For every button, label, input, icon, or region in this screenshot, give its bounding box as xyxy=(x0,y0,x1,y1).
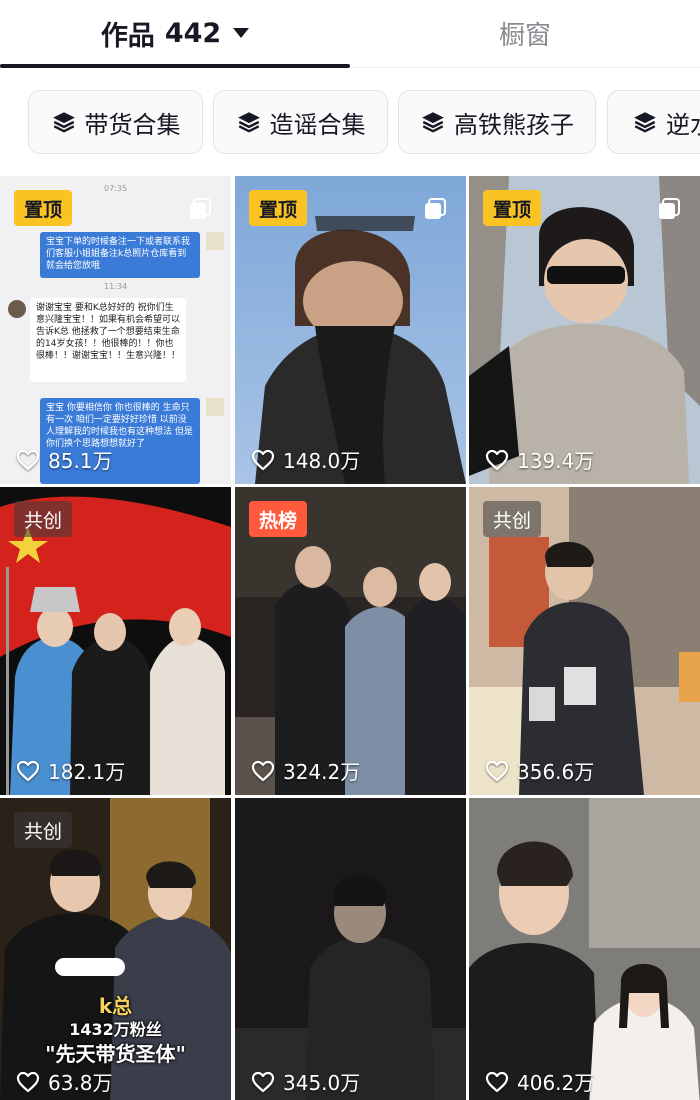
like-count: 139.4万 xyxy=(485,445,594,474)
video-grid: 07:35 宝宝下单的时候备注一下或者联系我们客服小姐姐备注k总照片仓库看到就会… xyxy=(0,176,700,1100)
heart-icon xyxy=(16,1071,40,1092)
chat-bubble: 宝宝下单的时候备注一下或者联系我们客服小姐姐备注k总照片仓库看到就会给您放哦 xyxy=(40,232,200,278)
collection-chip-label: 逆水 xyxy=(666,110,700,139)
video-thumbnail xyxy=(469,798,700,1100)
heart-icon xyxy=(485,449,509,470)
multi-image-icon xyxy=(659,198,680,219)
like-count-value: 345.0万 xyxy=(283,1071,361,1095)
overlay-name: k总 xyxy=(98,994,133,1018)
like-count-value: 324.2万 xyxy=(283,760,361,784)
heart-icon xyxy=(485,760,509,781)
pinned-badge: 置顶 xyxy=(249,190,308,226)
avatar xyxy=(8,300,26,318)
like-count-value: 85.1万 xyxy=(48,449,113,473)
multi-image-icon xyxy=(425,198,446,219)
collection-chip[interactable]: 逆水 xyxy=(607,90,700,154)
heart-icon xyxy=(485,1071,509,1092)
layers-icon xyxy=(422,112,444,133)
tab-works-count: 442 xyxy=(164,17,222,49)
like-count-value: 148.0万 xyxy=(283,449,361,473)
collection-chip[interactable]: 造谣合集 xyxy=(213,90,388,154)
multi-image-icon xyxy=(190,198,211,219)
tab-works[interactable]: 作品 442 xyxy=(0,0,350,66)
pinned-badge: 置顶 xyxy=(483,190,542,226)
chat-time: 07:35 xyxy=(104,184,128,193)
like-count: 63.8万 xyxy=(16,1067,113,1096)
collection-chip-label: 高铁熊孩子 xyxy=(454,110,574,139)
chat-bubble: 谢谢宝宝 要和K总好好的 祝你们生意兴隆宝宝！！如果有机会希望可以告诉K总 他拯… xyxy=(30,298,186,382)
collection-chips: 带货合集 造谣合集 高铁熊孩子 逆水 xyxy=(0,68,700,176)
collab-badge: 共创 xyxy=(14,501,73,537)
like-count-value: 63.8万 xyxy=(48,1071,113,1095)
profile-tabs: 作品 442 橱窗 xyxy=(0,0,700,68)
layers-icon xyxy=(634,112,656,133)
video-card[interactable]: 07:35 宝宝下单的时候备注一下或者联系我们客服小姐姐备注k总照片仓库看到就会… xyxy=(0,176,231,484)
like-count-value: 182.1万 xyxy=(48,760,126,784)
collection-chip[interactable]: 高铁熊孩子 xyxy=(398,90,596,154)
caret-down-icon[interactable] xyxy=(233,28,250,38)
chat-time: 11:34 xyxy=(104,282,128,291)
video-card[interactable]: 置顶 139.4万 xyxy=(469,176,700,484)
tab-window[interactable]: 橱窗 xyxy=(350,0,700,66)
overlay-slogan: "先天带货圣体" xyxy=(45,1042,186,1066)
video-card[interactable]: 共创 k总 1432万粉丝 "先天带货圣体" 63.8万 xyxy=(0,798,231,1100)
heart-icon xyxy=(16,760,40,781)
like-count: 148.0万 xyxy=(251,445,360,474)
video-thumbnail xyxy=(235,798,466,1100)
like-count: 324.2万 xyxy=(251,756,360,785)
like-count: 406.2万 xyxy=(485,1067,594,1096)
video-card[interactable]: 345.0万 xyxy=(235,798,466,1100)
heart-icon xyxy=(251,1071,275,1092)
heart-icon xyxy=(251,760,275,781)
video-card[interactable]: 共创 182.1万 xyxy=(0,487,231,795)
like-count-value: 356.6万 xyxy=(517,760,595,784)
collab-badge: 共创 xyxy=(483,501,542,537)
heart-icon xyxy=(251,449,275,470)
like-count-value: 139.4万 xyxy=(517,449,595,473)
like-count: 85.1万 xyxy=(16,445,113,474)
pinned-badge: 置顶 xyxy=(14,190,73,226)
video-card[interactable]: 406.2万 xyxy=(469,798,700,1100)
collection-chip[interactable]: 带货合集 xyxy=(28,90,203,154)
video-card[interactable]: 热榜 324.2万 xyxy=(235,487,466,795)
overlay-fans: 1432万粉丝 xyxy=(69,1020,162,1039)
collection-chip-label: 造谣合集 xyxy=(269,110,366,139)
heart-icon xyxy=(16,449,40,470)
like-count: 356.6万 xyxy=(485,756,594,785)
like-count: 345.0万 xyxy=(251,1067,360,1096)
like-count-value: 406.2万 xyxy=(517,1071,595,1095)
video-card[interactable]: 置顶 148.0万 xyxy=(235,176,466,484)
tab-works-label: 作品 xyxy=(100,20,155,52)
avatar xyxy=(206,398,224,416)
avatar xyxy=(206,232,224,250)
video-card[interactable]: 共创 356.6万 xyxy=(469,487,700,795)
layers-icon xyxy=(237,112,260,133)
tab-window-label: 橱窗 xyxy=(498,20,551,51)
layers-icon xyxy=(52,112,75,133)
collection-chip-label: 带货合集 xyxy=(84,110,181,139)
like-count: 182.1万 xyxy=(16,756,125,785)
collab-badge: 共创 xyxy=(14,812,73,848)
trending-badge: 热榜 xyxy=(249,501,308,537)
